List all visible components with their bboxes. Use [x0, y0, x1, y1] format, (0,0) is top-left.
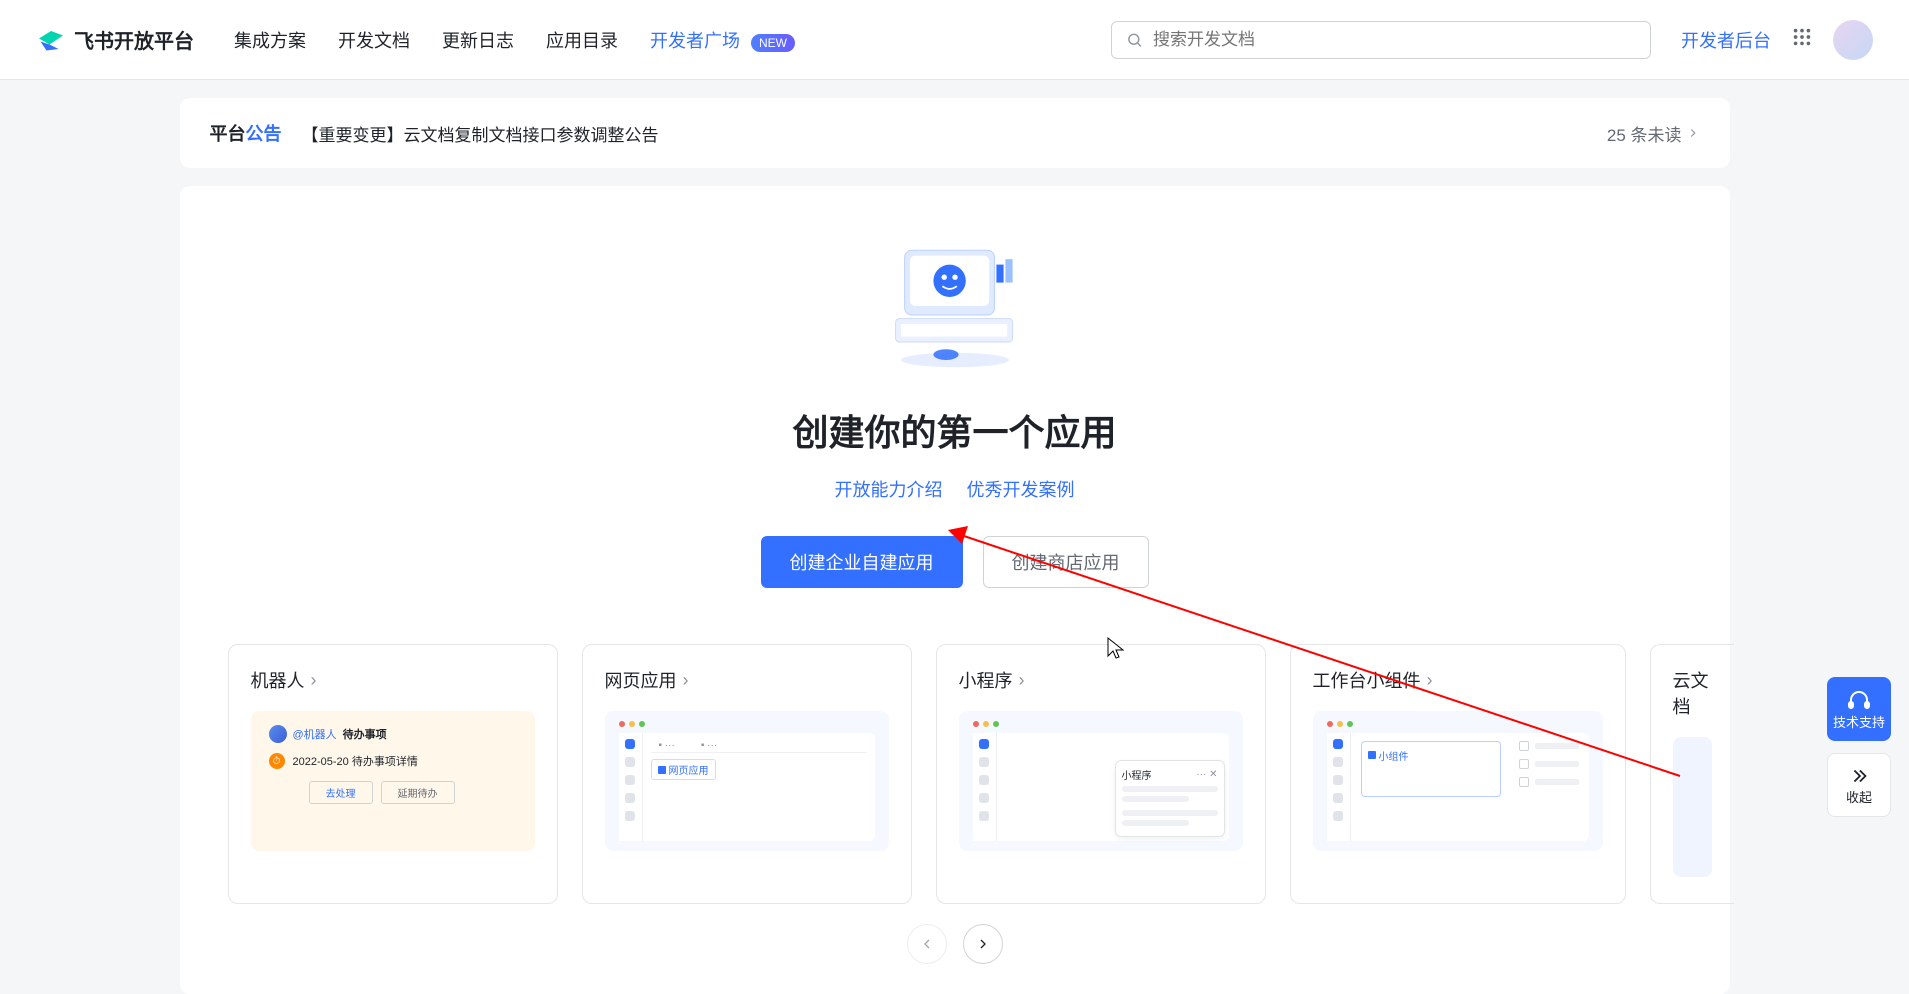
feishu-icon [36, 25, 66, 55]
tech-support-button[interactable]: 技术支持 [1827, 677, 1891, 741]
card-robot-preview: @机器人 待办事项 ⏱ 2022-05-20 待办事项详情 去处理 延期待办 [251, 711, 535, 851]
card-robot[interactable]: 机器人› @机器人 待办事项 ⏱ 2022-05-20 待办事项详情 去处理 延… [228, 644, 558, 904]
card-mini-preview: 小程序··· ✕ [959, 711, 1243, 851]
pager-next-button[interactable] [963, 924, 1003, 964]
developer-backend-link[interactable]: 开发者后台 [1681, 27, 1771, 53]
hero-link-cases[interactable]: 优秀开发案例 [967, 476, 1075, 502]
card-widget[interactable]: 工作台小组件› 小组件 [1290, 644, 1626, 904]
hero-buttons: 创建企业自建应用 创建商店应用 [180, 536, 1730, 588]
nav-directory[interactable]: 应用目录 [546, 27, 618, 53]
card-web[interactable]: 网页应用› ▪ ··· ▪ ··· 网页应用 [582, 644, 912, 904]
hero-illustration [865, 234, 1045, 384]
chevron-right-icon: › [311, 670, 317, 691]
brand-logo[interactable]: 飞书开放平台 [36, 25, 194, 55]
top-header: 飞书开放平台 集成方案 开发文档 更新日志 应用目录 开发者广场 NEW 开发者… [0, 0, 1909, 80]
announcement-unread[interactable]: 25 条未读 [1607, 121, 1700, 146]
headset-icon [1847, 688, 1871, 712]
announcement-message[interactable]: 【重要变更】云文档复制文档接口参数调整公告 [302, 121, 659, 146]
card-cloud-doc[interactable]: 云文档 [1650, 644, 1734, 904]
new-badge: NEW [751, 34, 795, 52]
chevron-right-icon [975, 936, 991, 952]
brand-text: 飞书开放平台 [74, 25, 194, 54]
top-nav: 集成方案 开发文档 更新日志 应用目录 开发者广场 NEW [234, 27, 795, 53]
nav-changelog[interactable]: 更新日志 [442, 27, 514, 53]
search-box[interactable] [1111, 21, 1651, 59]
search-icon [1126, 31, 1143, 49]
nav-devsquare-label: 开发者广场 [650, 31, 740, 51]
announcement-bar: 平台公告 【重要变更】云文档复制文档接口参数调整公告 25 条未读 [180, 98, 1730, 168]
pager-prev-button[interactable] [907, 924, 947, 964]
chevron-right-icon: › [1019, 670, 1025, 691]
floating-buttons: 技术支持 收起 [1827, 677, 1891, 817]
card-mini[interactable]: 小程序› 小程序··· ✕ [936, 644, 1266, 904]
nav-docs[interactable]: 开发文档 [338, 27, 410, 53]
card-cloud-preview [1673, 737, 1712, 877]
nav-devsquare[interactable]: 开发者广场 NEW [650, 27, 795, 53]
chevron-left-icon [919, 936, 935, 952]
collapse-button[interactable]: 收起 [1827, 753, 1891, 817]
card-pager [180, 924, 1730, 964]
search-input[interactable] [1153, 30, 1636, 50]
hero-links: 开放能力介绍 优秀开发案例 [180, 476, 1730, 502]
chevron-right-icon: › [683, 670, 689, 691]
apps-grid-icon[interactable] [1791, 26, 1813, 53]
card-widget-preview: 小组件 [1313, 711, 1603, 851]
announcement-title: 平台公告 [210, 120, 282, 146]
user-avatar[interactable] [1833, 20, 1873, 60]
create-self-app-button[interactable]: 创建企业自建应用 [761, 536, 963, 588]
hero-title: 创建你的第一个应用 [180, 404, 1730, 456]
chevron-right-icon [1686, 126, 1700, 140]
page-content: 平台公告 【重要变更】云文档复制文档接口参数调整公告 25 条未读 创建你的第一… [180, 80, 1730, 994]
hero-panel: 创建你的第一个应用 开放能力介绍 优秀开发案例 创建企业自建应用 创建商店应用 … [180, 186, 1730, 994]
capability-cards: 机器人› @机器人 待办事项 ⏱ 2022-05-20 待办事项详情 去处理 延… [180, 644, 1730, 904]
nav-integration[interactable]: 集成方案 [234, 27, 306, 53]
card-web-preview: ▪ ··· ▪ ··· 网页应用 [605, 711, 889, 851]
chevron-double-right-icon [1848, 765, 1870, 787]
chevron-right-icon: › [1427, 670, 1433, 691]
create-store-app-button[interactable]: 创建商店应用 [983, 536, 1149, 588]
hero-link-capabilities[interactable]: 开放能力介绍 [835, 476, 943, 502]
